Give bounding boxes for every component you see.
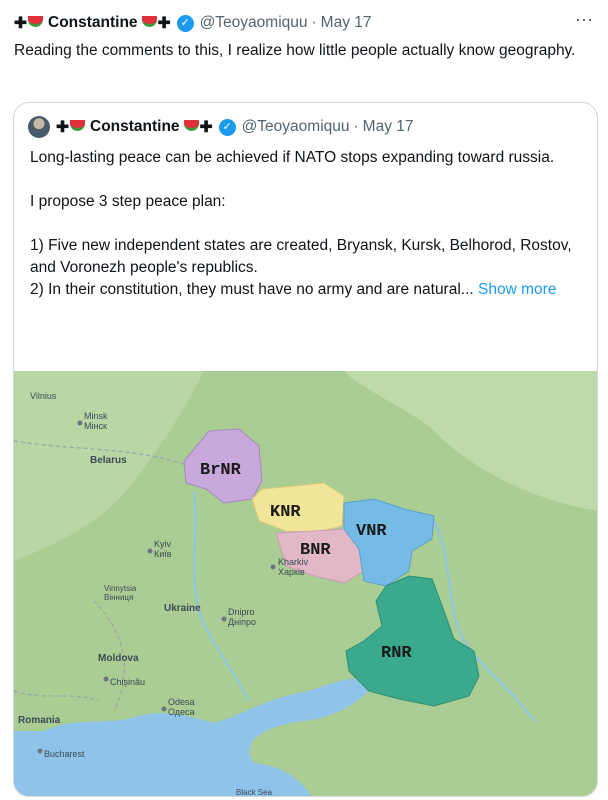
place-label-kyiv: Kyiv bbox=[154, 539, 172, 549]
city-dot bbox=[270, 564, 276, 570]
map-image[interactable]: BrNR KNR BNR VNR RNR Vilnius Minsk Мінск… bbox=[14, 371, 597, 797]
place-label-odesa-cyr: Одеса bbox=[168, 707, 195, 717]
quoted-tweet-header: ✚ Constantine ✚ ✓ @Teoyaomiquu · May 17 bbox=[28, 116, 414, 138]
place-label-vinnytsia: Vinnytsia bbox=[104, 584, 137, 593]
quoted-author-handle[interactable]: @Teoyaomiquu bbox=[242, 118, 350, 136]
region-label-knr: KNR bbox=[270, 503, 301, 522]
tweet-header: ✚ Constantine ✚ ✓ @Teoyaomiquu · May 17 bbox=[14, 12, 372, 34]
city-dot bbox=[77, 420, 83, 426]
author-name[interactable]: Constantine bbox=[48, 14, 138, 32]
place-label-odesa: Odesa bbox=[168, 697, 195, 707]
city-dot bbox=[221, 616, 227, 622]
place-label-kharkiv-cyr: Харків bbox=[278, 567, 305, 577]
place-label-moldova: Moldova bbox=[98, 653, 139, 664]
place-label-chisinau: Chișinău bbox=[110, 677, 145, 687]
city-dot bbox=[161, 706, 167, 712]
author-handle[interactable]: @Teoyaomiquu bbox=[200, 14, 308, 32]
place-label-minsk-cyr: Мінск bbox=[84, 421, 107, 431]
city-dot bbox=[147, 548, 153, 554]
place-label-ukraine: Ukraine bbox=[164, 603, 201, 614]
tweet: ✚ Constantine ✚ ✓ @Teoyaomiquu · May 17 … bbox=[0, 0, 608, 800]
tweet-text: Reading the comments to this, I realize … bbox=[14, 42, 576, 59]
cross-symbol: ✚ bbox=[14, 14, 27, 32]
quoted-text-body: Long-lasting peace can be achieved if NA… bbox=[30, 149, 572, 298]
place-label-bucharest: Bucharest bbox=[44, 749, 85, 759]
map-svg: BrNR KNR BNR VNR RNR Vilnius Minsk Мінск… bbox=[14, 371, 597, 797]
place-label-vinnytsia-cyr: Вінниця bbox=[104, 593, 133, 602]
avatar[interactable] bbox=[28, 116, 50, 138]
show-more-link[interactable]: Show more bbox=[478, 281, 556, 298]
place-label-romania: Romania bbox=[18, 715, 61, 726]
separator-dot: · bbox=[311, 14, 317, 31]
verified-badge-icon[interactable]: ✓ bbox=[176, 14, 194, 32]
city-dot bbox=[103, 676, 109, 682]
quoted-tweet[interactable]: ✚ Constantine ✚ ✓ @Teoyaomiquu · May 17 … bbox=[13, 102, 598, 797]
place-label-minsk: Minsk bbox=[84, 411, 108, 421]
place-label-vilnius: Vilnius bbox=[30, 391, 57, 401]
city-dot bbox=[37, 748, 43, 754]
watermelon-icon bbox=[183, 119, 199, 131]
region-label-brnr: BrNR bbox=[200, 461, 242, 480]
separator-dot: · bbox=[353, 118, 359, 135]
cross-symbol: ✚ bbox=[157, 14, 171, 32]
cross-symbol: ✚ bbox=[56, 118, 69, 136]
watermelon-icon bbox=[70, 119, 85, 131]
region-label-vnr: VNR bbox=[356, 522, 387, 541]
quoted-tweet-date[interactable]: May 17 bbox=[363, 118, 414, 136]
place-label-kyiv-cyr: Київ bbox=[154, 549, 172, 559]
region-label-rnr: RNR bbox=[381, 644, 412, 663]
more-options-icon[interactable]: ⋯ bbox=[575, 10, 594, 31]
place-label-black-sea: Black Sea bbox=[236, 788, 273, 797]
place-label-dnipro: Dnipro bbox=[228, 607, 255, 617]
verified-badge-icon[interactable]: ✓ bbox=[218, 118, 236, 136]
place-label-kharkiv: Kharkiv bbox=[278, 557, 309, 567]
quoted-tweet-text: Long-lasting peace can be achieved if NA… bbox=[30, 147, 585, 301]
place-label-dnipro-cyr: Дніпро bbox=[228, 617, 256, 627]
place-label-belarus: Belarus bbox=[90, 455, 127, 466]
cross-symbol: ✚ bbox=[199, 118, 213, 136]
tweet-date[interactable]: May 17 bbox=[321, 14, 372, 32]
watermelon-icon bbox=[28, 15, 43, 27]
quoted-author-name[interactable]: Constantine bbox=[90, 118, 180, 136]
watermelon-icon bbox=[141, 15, 157, 27]
